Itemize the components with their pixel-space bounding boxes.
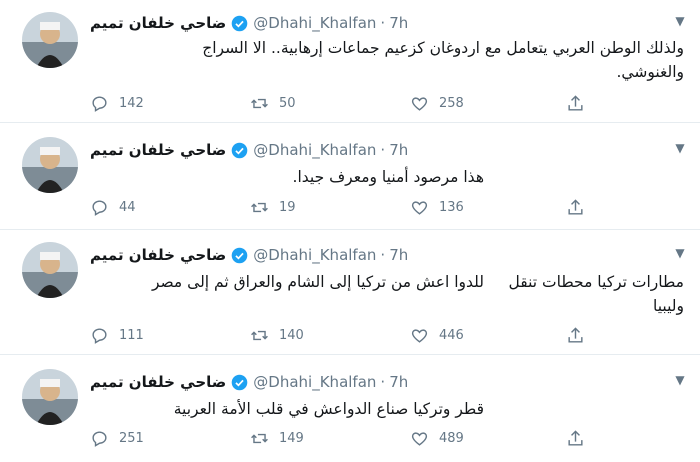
retweet-button[interactable]: 50: [250, 94, 296, 113]
like-button[interactable]: 489: [410, 429, 464, 448]
like-button[interactable]: 446: [410, 326, 464, 345]
reply-button[interactable]: 111: [90, 326, 144, 345]
like-button[interactable]: 258: [410, 94, 464, 113]
like-icon: [411, 329, 428, 343]
reply-icon: [92, 96, 107, 112]
tweet-text-line: مطارات تركيا محطات تنقل: [508, 273, 684, 291]
avatar[interactable]: [22, 137, 78, 193]
like-icon: [411, 97, 428, 111]
chevron-down-icon[interactable]: ▼: [672, 14, 688, 28]
verified-icon: [232, 374, 248, 390]
tweet-actions: 44 19 136: [90, 198, 590, 218]
tweet-text-line: قطر وتركيا صناع الدواعش في قلب الأمة الع…: [173, 400, 484, 418]
user-handle[interactable]: @Dhahi_Khalfan: [253, 246, 376, 264]
reply-count: 111: [119, 328, 144, 343]
tweet-header: ضاحي خلفان تميم @Dhahi_Khalfan · 7h: [90, 12, 408, 34]
chevron-down-icon[interactable]: ▼: [672, 246, 688, 260]
share-icon: [568, 430, 583, 446]
share-button[interactable]: [566, 326, 595, 345]
reply-button[interactable]: 142: [90, 94, 144, 113]
verified-icon: [232, 15, 248, 31]
timestamp[interactable]: 7h: [389, 14, 408, 32]
retweet-icon: [251, 433, 268, 444]
retweet-button[interactable]: 149: [250, 429, 304, 448]
display-name[interactable]: ضاحي خلفان تميم: [90, 373, 226, 391]
tweet-text-line: ولذلك الوطن العربي يتعامل مع اردوغان كزع…: [202, 39, 684, 57]
retweet-count: 140: [279, 328, 304, 343]
share-icon: [568, 327, 583, 343]
tweet-header: ضاحي خلفان تميم @Dhahi_Khalfan · 7h: [90, 244, 408, 266]
tweet-text-line: هذا مرصود أمنيا ومعرف جيدا.: [292, 168, 484, 186]
tweet-text-line: وليبيا: [653, 297, 684, 315]
tweet[interactable]: ضاحي خلفان تميم @Dhahi_Khalfan · 7h ▼ قط…: [0, 355, 700, 462]
verified-icon: [232, 142, 248, 158]
share-icon: [568, 199, 583, 215]
tweet-feed: ضاحي خلفان تميم @Dhahi_Khalfan · 7h ▼ ول…: [0, 0, 700, 462]
reply-button[interactable]: 251: [90, 429, 144, 448]
user-handle[interactable]: @Dhahi_Khalfan: [253, 141, 376, 159]
like-count: 136: [439, 200, 464, 215]
share-button[interactable]: [566, 198, 595, 217]
timestamp[interactable]: 7h: [389, 373, 408, 391]
display-name[interactable]: ضاحي خلفان تميم: [90, 14, 226, 32]
separator: ·: [380, 14, 386, 32]
share-button[interactable]: [566, 429, 595, 448]
display-name[interactable]: ضاحي خلفان تميم: [90, 246, 226, 264]
reply-icon: [92, 200, 107, 216]
timestamp[interactable]: 7h: [389, 141, 408, 159]
retweet-icon: [251, 202, 268, 213]
user-handle[interactable]: @Dhahi_Khalfan: [253, 14, 376, 32]
tweet-text-line: والغنوشي.: [616, 63, 684, 81]
reply-button[interactable]: 44: [90, 198, 136, 217]
like-button[interactable]: 136: [410, 198, 464, 217]
like-icon: [411, 201, 428, 215]
separator: ·: [380, 246, 386, 264]
avatar[interactable]: [22, 369, 78, 425]
tweet-text: هذا مرصود أمنيا ومعرف جيدا.: [84, 165, 484, 189]
tweet[interactable]: ضاحي خلفان تميم @Dhahi_Khalfan · 7h ▼ ول…: [0, 0, 700, 123]
tweet-text-line: للدوا اعش من تركيا إلى الشام والعراق ثم …: [151, 273, 484, 291]
tweet-header: ضاحي خلفان تميم @Dhahi_Khalfan · 7h: [90, 139, 408, 161]
tweet-actions: 142 50 258: [90, 94, 590, 114]
retweet-count: 19: [279, 200, 296, 215]
like-count: 446: [439, 328, 464, 343]
retweet-count: 50: [279, 96, 296, 111]
share-icon: [568, 95, 583, 111]
reply-icon: [92, 431, 107, 447]
reply-icon: [92, 328, 107, 344]
reply-count: 142: [119, 96, 144, 111]
timestamp[interactable]: 7h: [389, 246, 408, 264]
tweet-header: ضاحي خلفان تميم @Dhahi_Khalfan · 7h: [90, 371, 408, 393]
user-handle[interactable]: @Dhahi_Khalfan: [253, 373, 376, 391]
separator: ·: [380, 373, 386, 391]
tweet-actions: 251 149 489: [90, 429, 590, 449]
tweet-text: قطر وتركيا صناع الدواعش في قلب الأمة الع…: [84, 397, 484, 421]
like-count: 258: [439, 96, 464, 111]
chevron-down-icon[interactable]: ▼: [672, 373, 688, 387]
reply-count: 44: [119, 200, 136, 215]
tweet-text: ولذلك الوطن العربي يتعامل مع اردوغان كزع…: [94, 36, 684, 84]
tweet[interactable]: ضاحي خلفان تميم @Dhahi_Khalfan · 7h ▼ مط…: [0, 230, 700, 355]
retweet-count: 149: [279, 431, 304, 446]
retweet-button[interactable]: 140: [250, 326, 304, 345]
tweet-actions: 111 140 446: [90, 326, 590, 346]
separator: ·: [380, 141, 386, 159]
tweet[interactable]: ضاحي خلفان تميم @Dhahi_Khalfan · 7h ▼ هذ…: [0, 123, 700, 230]
display-name[interactable]: ضاحي خلفان تميم: [90, 141, 226, 159]
retweet-button[interactable]: 19: [250, 198, 296, 217]
reply-count: 251: [119, 431, 144, 446]
avatar[interactable]: [22, 12, 78, 68]
retweet-icon: [251, 330, 268, 341]
share-button[interactable]: [566, 94, 595, 113]
avatar[interactable]: [22, 242, 78, 298]
verified-icon: [232, 247, 248, 263]
like-icon: [411, 432, 428, 446]
retweet-icon: [251, 98, 268, 109]
chevron-down-icon[interactable]: ▼: [672, 141, 688, 155]
like-count: 489: [439, 431, 464, 446]
